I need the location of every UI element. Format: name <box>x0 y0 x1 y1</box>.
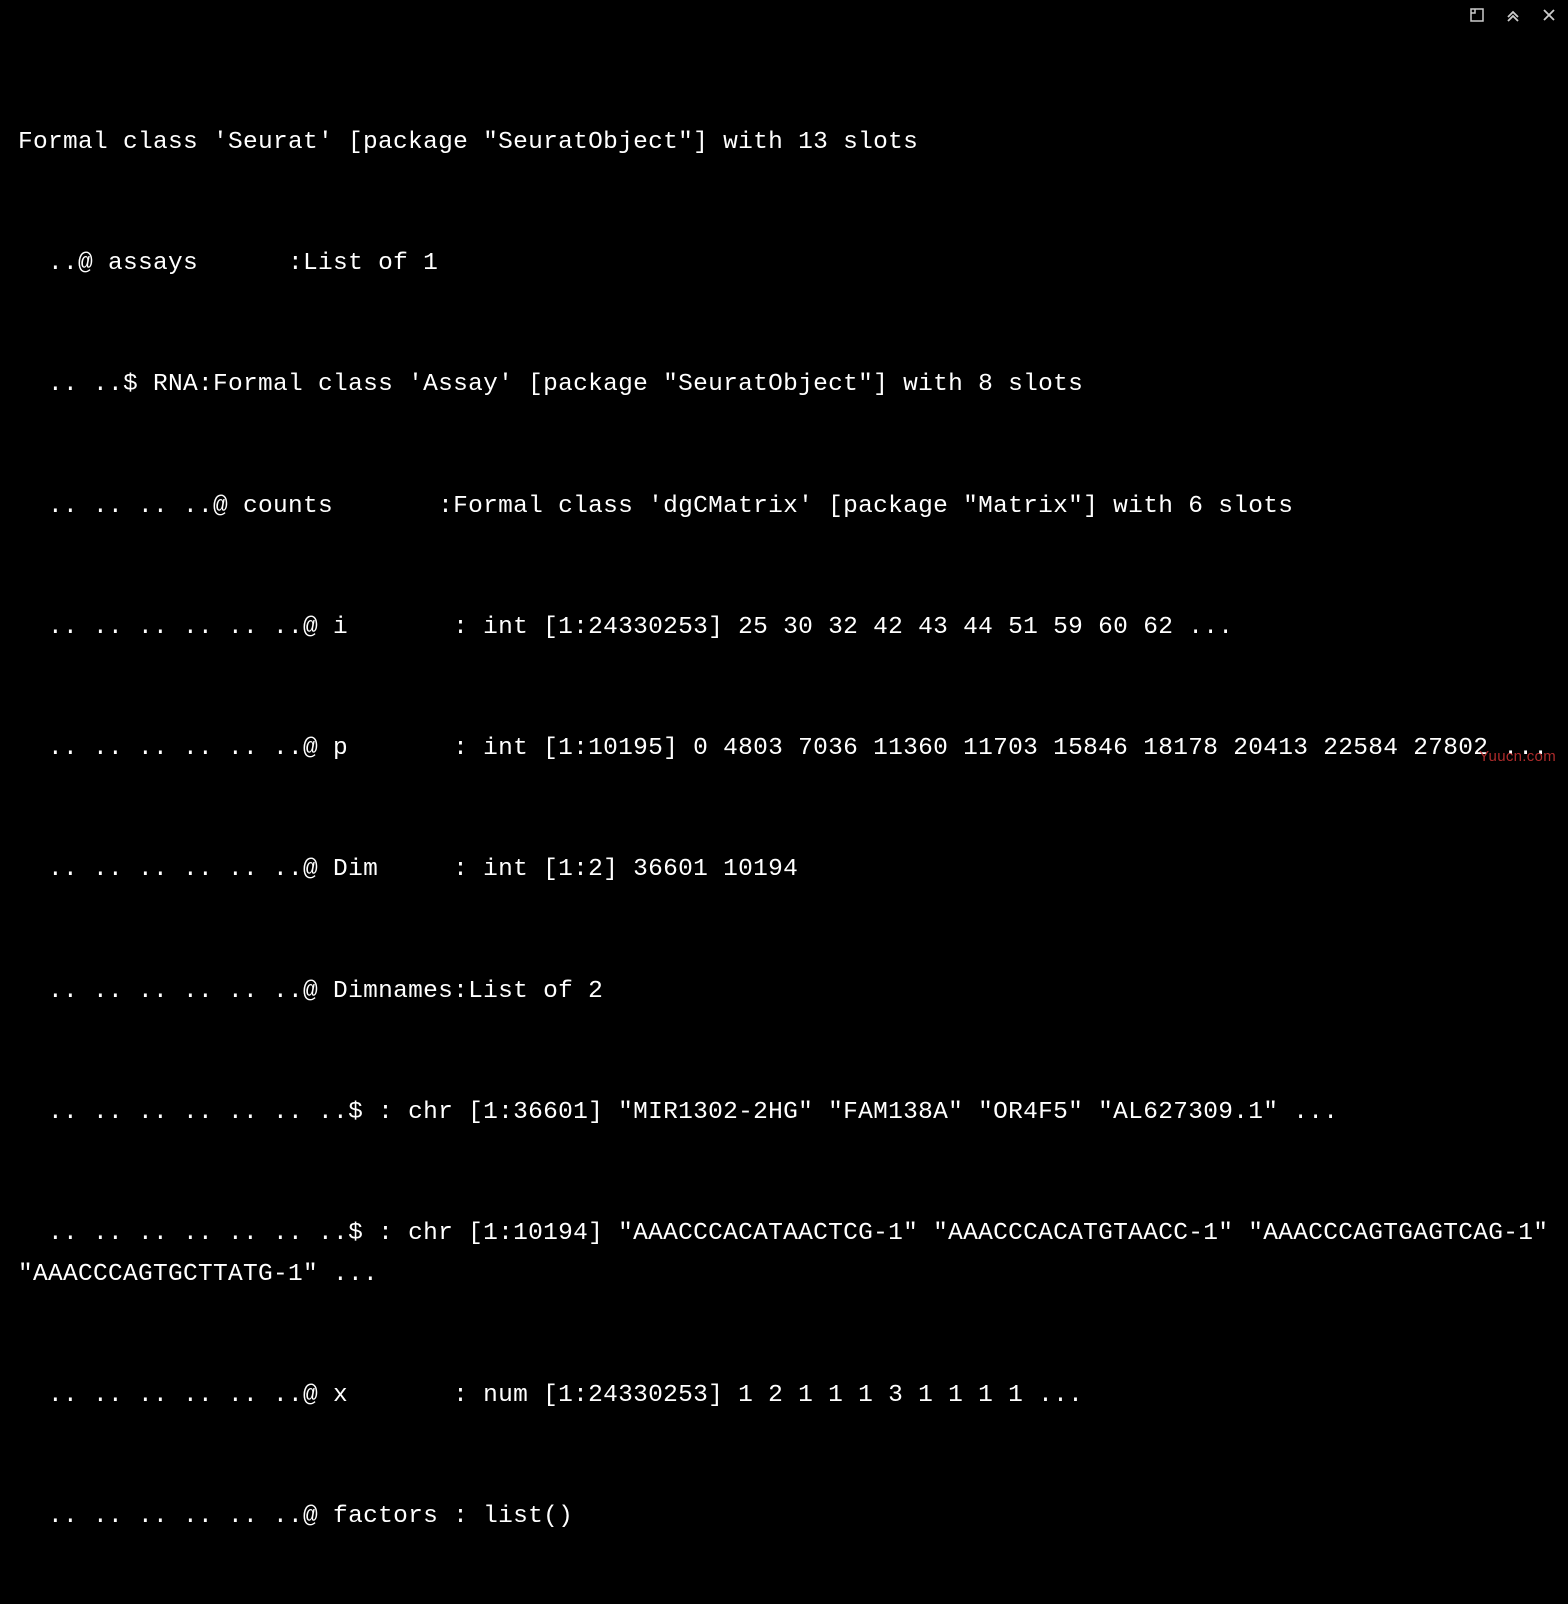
console-output: Formal class 'Seurat' [package "SeuratOb… <box>0 0 1568 1604</box>
console-line: .. .. .. .. .. .. ..$ : chr [1:10194] "A… <box>18 1214 1550 1295</box>
console-line: .. .. .. .. .. ..@ p : int [1:10195] 0 4… <box>18 729 1550 769</box>
console-toolbar <box>1468 6 1558 24</box>
console-line: .. .. .. .. .. .. ..$ : chr [1:36601] "M… <box>18 1093 1550 1133</box>
console-line: .. .. .. .. .. ..@ i : int [1:24330253] … <box>18 608 1550 648</box>
console-line: .. .. .. .. .. ..@ Dim : int [1:2] 36601… <box>18 850 1550 890</box>
console-line: .. .. .. .. .. ..@ x : num [1:24330253] … <box>18 1376 1550 1416</box>
console-line: .. .. .. .. .. ..@ factors : list() <box>18 1497 1550 1537</box>
watermark: Yuucn.com <box>1479 745 1556 770</box>
console-line: ..@ assays :List of 1 <box>18 244 1550 284</box>
maximize-icon[interactable] <box>1468 6 1486 24</box>
console-line: .. .. .. .. .. ..@ Dimnames:List of 2 <box>18 972 1550 1012</box>
console-line: Formal class 'Seurat' [package "SeuratOb… <box>18 123 1550 163</box>
collapse-icon[interactable] <box>1504 6 1522 24</box>
console-line: .. ..$ RNA:Formal class 'Assay' [package… <box>18 365 1550 405</box>
close-icon[interactable] <box>1540 6 1558 24</box>
console-line: .. .. .. ..@ counts :Formal class 'dgCMa… <box>18 487 1550 527</box>
